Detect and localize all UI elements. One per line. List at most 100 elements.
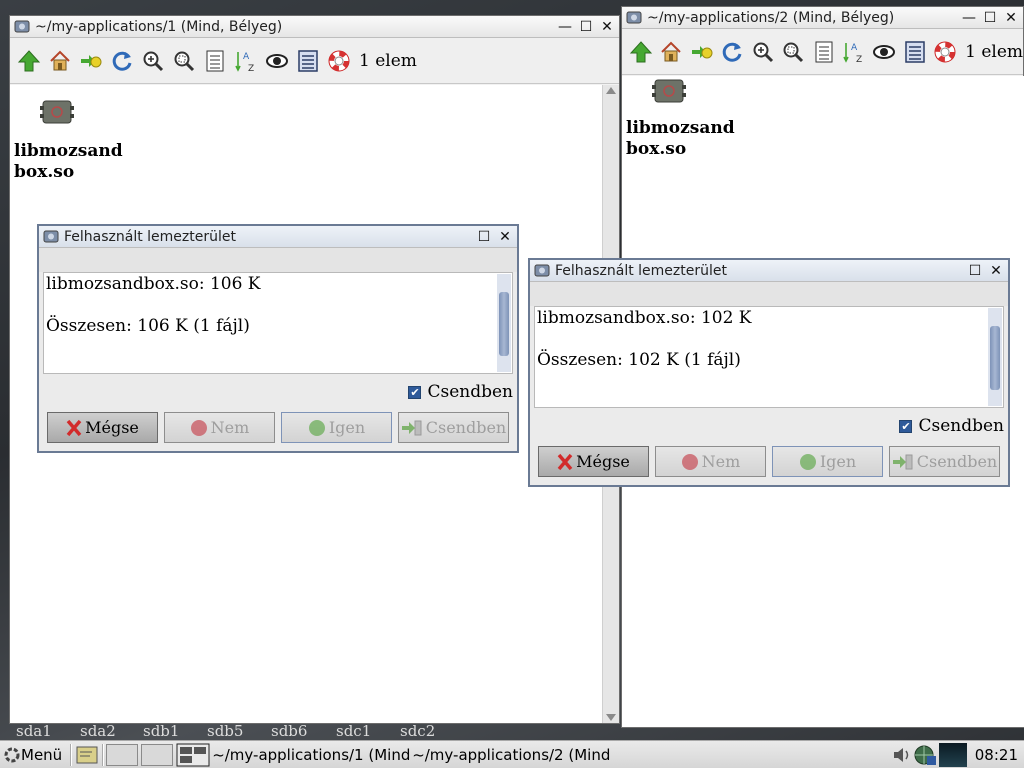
close-button[interactable]: ✕ bbox=[496, 228, 514, 246]
yes-button[interactable]: Igen bbox=[772, 446, 883, 477]
maximize-button[interactable]: ☐ bbox=[981, 9, 999, 27]
file-name-label[interactable]: libmozsandbox.so bbox=[14, 141, 124, 183]
zoom-fit-icon[interactable] bbox=[778, 37, 807, 67]
quiet-checkbox-row[interactable]: ✔ Csendben bbox=[899, 416, 1004, 436]
help-lifebuoy-icon[interactable] bbox=[931, 37, 960, 67]
maximize-button[interactable]: ☐ bbox=[475, 228, 493, 246]
drive-label-sda1[interactable]: sda1 bbox=[16, 722, 52, 740]
window-2-toolbar: AZ 1 elem bbox=[622, 29, 1023, 75]
close-button[interactable]: ✕ bbox=[598, 18, 616, 36]
maximize-button[interactable]: ☐ bbox=[966, 262, 984, 280]
window-1-toolbar: AZ 1 elem bbox=[10, 38, 619, 84]
network-globe-icon[interactable] bbox=[913, 744, 937, 766]
show-desktop-icon[interactable] bbox=[74, 744, 100, 766]
sort-az-icon[interactable]: AZ bbox=[231, 46, 261, 76]
dialog-1-titlebar[interactable]: Felhasznált lemezterület ☐ ✕ bbox=[39, 226, 517, 248]
file-size-line: libmozsandbox.so: 102 K bbox=[537, 308, 752, 328]
taskbar-task-window-2[interactable]: ~/my-applications/2 (Mind bbox=[410, 742, 610, 768]
up-arrow-icon[interactable] bbox=[14, 46, 44, 76]
show-hidden-icon[interactable] bbox=[262, 46, 292, 76]
start-menu-button[interactable]: Menü bbox=[0, 742, 68, 768]
text-scrollbar[interactable] bbox=[988, 308, 1002, 406]
quiet-checkbox[interactable]: ✔ bbox=[899, 419, 913, 433]
scroll-down-arrow-icon[interactable] bbox=[606, 714, 616, 721]
quiet-checkbox[interactable]: ✔ bbox=[408, 385, 422, 399]
zoom-fit-icon[interactable] bbox=[169, 46, 199, 76]
up-arrow-icon[interactable] bbox=[626, 37, 655, 67]
help-lifebuoy-icon[interactable] bbox=[324, 46, 354, 76]
dialog-2-title: Felhasznált lemezterület bbox=[555, 262, 727, 279]
refresh-icon[interactable] bbox=[107, 46, 137, 76]
list-view-icon[interactable] bbox=[293, 46, 323, 76]
text-scrollbar[interactable] bbox=[497, 274, 511, 372]
cancel-button[interactable]: Mégse bbox=[538, 446, 649, 477]
quiet-button-label: Csendben bbox=[425, 418, 507, 437]
svg-text:A: A bbox=[243, 52, 250, 62]
scroll-up-arrow-icon[interactable] bbox=[606, 87, 616, 94]
disk-usage-text-area[interactable]: libmozsandbox.so: 106 K Összesen: 106 K … bbox=[43, 272, 513, 374]
list-view-icon[interactable] bbox=[900, 37, 929, 67]
zoom-in-icon[interactable] bbox=[748, 37, 777, 67]
minimize-button[interactable]: — bbox=[556, 18, 574, 36]
drive-label-sdc2[interactable]: sdc2 bbox=[400, 722, 435, 740]
dialog-1-button-row: Mégse Nem Igen Csendben bbox=[47, 412, 515, 443]
quiet-checkbox-label: Csendben bbox=[918, 416, 1004, 436]
no-button-label: Nem bbox=[210, 418, 250, 437]
show-hidden-icon[interactable] bbox=[870, 37, 899, 67]
window-2-titlebar[interactable]: ~/my-applications/2 (Mind, Bélyeg) — ☐ ✕ bbox=[622, 7, 1023, 29]
drive-label-sda2[interactable]: sda2 bbox=[80, 722, 116, 740]
details-view-icon[interactable] bbox=[809, 37, 838, 67]
taskbar-task-window-1[interactable]: ~/my-applications/1 (Mind bbox=[210, 742, 410, 768]
shared-library-file-icon[interactable] bbox=[651, 76, 687, 106]
drive-label-sdc1[interactable]: sdc1 bbox=[336, 722, 371, 740]
maximize-button[interactable]: ☐ bbox=[577, 18, 595, 36]
quiet-checkbox-row[interactable]: ✔ Csendben bbox=[408, 382, 513, 402]
details-view-icon[interactable] bbox=[200, 46, 230, 76]
workspace-1-button[interactable] bbox=[106, 743, 139, 766]
quiet-button[interactable]: Csendben bbox=[398, 412, 509, 443]
dialog-2-titlebar[interactable]: Felhasznált lemezterület ☐ ✕ bbox=[530, 260, 1008, 282]
drive-label-sdb6[interactable]: sdb6 bbox=[271, 722, 307, 740]
cpu-monitor-icon[interactable] bbox=[938, 743, 967, 767]
disk-usage-text-area[interactable]: libmozsandbox.so: 102 K Összesen: 102 K … bbox=[534, 306, 1004, 408]
dialog-band bbox=[530, 282, 1008, 306]
no-red-circle-icon bbox=[681, 453, 698, 470]
taskbar: Menü ~/my-applications/1 (Mind ~/my-appl… bbox=[0, 740, 1024, 768]
cancel-button-label: Mégse bbox=[85, 418, 139, 437]
scrollbar-thumb[interactable] bbox=[499, 292, 509, 356]
home-icon[interactable] bbox=[656, 37, 685, 67]
no-button[interactable]: Nem bbox=[655, 446, 766, 477]
drive-label-sdb5[interactable]: sdb5 bbox=[207, 722, 243, 740]
drive-label-sdb1[interactable]: sdb1 bbox=[143, 722, 179, 740]
item-count: 1 elem bbox=[359, 50, 417, 71]
dialog-band bbox=[39, 248, 517, 272]
cancel-button[interactable]: Mégse bbox=[47, 412, 158, 443]
shared-library-file-icon[interactable] bbox=[39, 97, 75, 127]
window-1-titlebar[interactable]: ~/my-applications/1 (Mind, Bélyeg) — ☐ ✕ bbox=[10, 16, 619, 38]
volume-icon[interactable] bbox=[891, 745, 913, 765]
home-icon[interactable] bbox=[45, 46, 75, 76]
zoom-in-icon[interactable] bbox=[138, 46, 168, 76]
close-button[interactable]: ✕ bbox=[1002, 9, 1020, 27]
file-name-label[interactable]: libmozsandbox.so bbox=[626, 118, 736, 160]
file-size-line: libmozsandbox.so: 106 K bbox=[46, 274, 261, 294]
scrollbar-thumb[interactable] bbox=[990, 326, 1000, 390]
menu-label: Menü bbox=[21, 745, 63, 764]
yes-green-circle-icon bbox=[308, 419, 325, 436]
system-tray: 08:21 bbox=[891, 741, 1024, 768]
refresh-icon[interactable] bbox=[717, 37, 746, 67]
minimize-button[interactable]: — bbox=[960, 9, 978, 27]
no-button[interactable]: Nem bbox=[164, 412, 275, 443]
close-button[interactable]: ✕ bbox=[987, 262, 1005, 280]
bookmark-icon[interactable] bbox=[687, 37, 716, 67]
quiet-button[interactable]: Csendben bbox=[889, 446, 1000, 477]
disk-usage-dialog-1: Felhasznált lemezterület ☐ ✕ libmozsandb… bbox=[37, 224, 519, 453]
total-size-line: Összesen: 102 K (1 fájl) bbox=[537, 350, 741, 370]
task-label: ~/my-applications/1 (Mind bbox=[212, 745, 411, 764]
bookmark-icon[interactable] bbox=[76, 46, 106, 76]
yes-button[interactable]: Igen bbox=[281, 412, 392, 443]
workspace-2-button[interactable] bbox=[141, 743, 174, 766]
sort-az-icon[interactable]: AZ bbox=[839, 37, 868, 67]
clock[interactable]: 08:21 bbox=[969, 746, 1024, 764]
workspace-pager-icon[interactable] bbox=[176, 743, 210, 767]
